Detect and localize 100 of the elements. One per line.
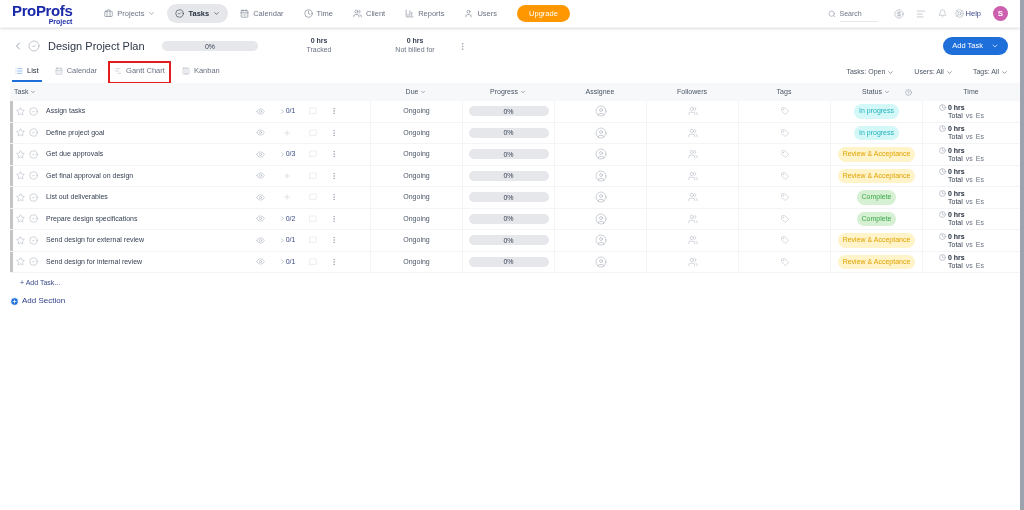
more-icon[interactable]: [330, 236, 338, 245]
tag-icon[interactable]: [780, 236, 789, 245]
calendar-icon: [54, 67, 63, 75]
check-circle-icon[interactable]: [29, 257, 38, 267]
more-icon[interactable]: [330, 150, 338, 159]
calendar-icon: [240, 9, 250, 18]
tag-icon[interactable]: [780, 257, 789, 266]
clock-icon: [939, 232, 946, 240]
eye-icon[interactable]: [256, 171, 265, 181]
star-icon[interactable]: [16, 214, 25, 224]
gantt-icon: [114, 67, 123, 75]
more-icon[interactable]: [330, 128, 338, 137]
group-icon[interactable]: [687, 149, 698, 160]
caret-icon: [520, 89, 526, 95]
eye-icon[interactable]: [256, 235, 265, 245]
briefcase-icon: [104, 9, 114, 18]
eye-icon[interactable]: [256, 149, 265, 159]
tag-icon[interactable]: [780, 150, 789, 159]
star-icon[interactable]: [16, 257, 25, 267]
project-title: Design Project Plan: [48, 38, 146, 54]
group-icon[interactable]: [687, 170, 698, 181]
more-icon[interactable]: [330, 214, 338, 223]
group-icon[interactable]: [687, 213, 698, 224]
bell-icon[interactable]: [937, 9, 947, 18]
logo[interactable]: ProProfs: [12, 2, 73, 18]
check-circle-icon[interactable]: [29, 149, 38, 159]
scrollbar[interactable]: [1020, 0, 1024, 510]
add-section-button[interactable]: Add Section: [10, 295, 66, 307]
check-circle-icon[interactable]: [29, 128, 38, 138]
users-icon: [353, 9, 362, 18]
tag-icon[interactable]: [780, 128, 789, 137]
tag-icon[interactable]: [780, 107, 789, 116]
columns-icon: [181, 67, 190, 75]
user-icon[interactable]: [594, 191, 607, 204]
help-icon[interactable]: [905, 88, 912, 96]
user-icon[interactable]: [594, 255, 607, 268]
more-icon[interactable]: [330, 107, 338, 116]
check-circle-icon[interactable]: [28, 40, 40, 52]
user-icon[interactable]: [594, 212, 607, 225]
eye-icon[interactable]: [256, 192, 265, 202]
group-icon[interactable]: [687, 106, 698, 117]
caret-icon: [420, 89, 427, 95]
star-icon[interactable]: [16, 128, 25, 138]
chevron-icon: [278, 150, 286, 158]
plus-circle-icon: [10, 296, 19, 306]
chevron-icon: [278, 107, 286, 115]
eye-icon[interactable]: [256, 128, 265, 138]
chevron-icon: [278, 215, 286, 223]
caret-icon: [887, 68, 895, 76]
user-icon[interactable]: [594, 234, 607, 247]
group-icon[interactable]: [687, 192, 698, 203]
check-circle-icon[interactable]: [29, 192, 38, 202]
group-icon[interactable]: [687, 127, 698, 138]
tag-icon[interactable]: [780, 171, 789, 180]
star-icon[interactable]: [16, 106, 25, 116]
eye-icon[interactable]: [256, 106, 265, 116]
clock-icon: [939, 103, 946, 111]
check-circle-icon[interactable]: [29, 106, 38, 116]
tag-icon[interactable]: [780, 193, 789, 202]
tag-icon[interactable]: [780, 214, 789, 223]
more-icon[interactable]: [330, 257, 338, 266]
clock-icon: [939, 168, 946, 176]
more-icon[interactable]: [458, 41, 467, 51]
clock-icon: [303, 9, 313, 18]
eye-icon[interactable]: [256, 214, 265, 224]
plus-icon[interactable]: [283, 171, 291, 180]
more-icon[interactable]: [330, 193, 338, 202]
user-icon[interactable]: [594, 105, 607, 118]
plus-icon[interactable]: [283, 193, 291, 202]
eye-icon[interactable]: [256, 257, 265, 267]
caret-icon: [1001, 68, 1008, 76]
clock-icon: [939, 211, 946, 219]
caret-icon: [991, 42, 999, 50]
chevron-icon: [278, 258, 286, 266]
caret-icon: [148, 10, 156, 17]
caret-icon: [30, 89, 37, 95]
check-circle-icon[interactable]: [29, 214, 38, 224]
clock-icon: [939, 189, 946, 197]
dollar-icon[interactable]: [893, 8, 904, 19]
group-icon[interactable]: [687, 256, 698, 267]
star-icon[interactable]: [16, 235, 25, 245]
user-avatar[interactable]: S: [993, 6, 1008, 21]
bar-chart-icon: [405, 9, 415, 18]
user-icon[interactable]: [594, 126, 607, 139]
check-circle-icon[interactable]: [29, 235, 38, 245]
plus-icon[interactable]: [283, 128, 291, 137]
check-circle-icon: [175, 9, 185, 18]
check-circle-icon[interactable]: [29, 171, 38, 181]
clock-icon: [939, 125, 946, 133]
menu-icon[interactable]: [915, 8, 926, 19]
clock-icon: [939, 254, 946, 262]
user-icon[interactable]: [594, 148, 607, 161]
caret-icon: [945, 68, 953, 76]
user-icon[interactable]: [594, 169, 607, 182]
group-icon[interactable]: [687, 235, 698, 246]
star-icon[interactable]: [16, 149, 25, 159]
caret-icon: [213, 10, 221, 17]
star-icon[interactable]: [16, 171, 25, 181]
more-icon[interactable]: [330, 171, 338, 180]
star-icon[interactable]: [16, 192, 25, 202]
